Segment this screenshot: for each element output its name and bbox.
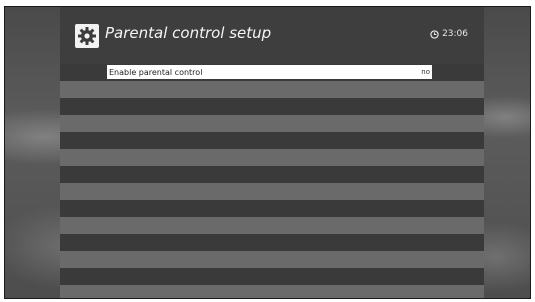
empty-row [60,251,484,268]
list-item[interactable]: Enable parental control no [60,64,484,81]
tv-screen: Parental control setup 23:06 Enable pare… [4,6,531,299]
enable-parental-control-item[interactable]: Enable parental control no [107,65,432,79]
empty-row [60,234,484,251]
empty-row [60,268,484,285]
empty-row [60,166,484,183]
empty-row [60,217,484,234]
empty-row [60,98,484,115]
clock: 23:06 [430,29,468,39]
empty-row [60,115,484,132]
clock-time: 23:06 [442,29,468,39]
empty-row [60,81,484,98]
menu-header: Parental control setup 23:06 [60,7,484,64]
empty-row [60,132,484,149]
empty-row [60,183,484,200]
empty-row [60,149,484,166]
menu-panel: Parental control setup 23:06 Enable pare… [60,7,484,298]
empty-row [60,285,484,298]
gear-icon [75,24,99,48]
item-value: no [421,68,430,76]
clock-icon [430,29,439,39]
menu-list: Enable parental control no [60,64,484,298]
page-title: Parental control setup [105,24,272,42]
empty-row [60,200,484,217]
item-label: Enable parental control [109,67,203,77]
